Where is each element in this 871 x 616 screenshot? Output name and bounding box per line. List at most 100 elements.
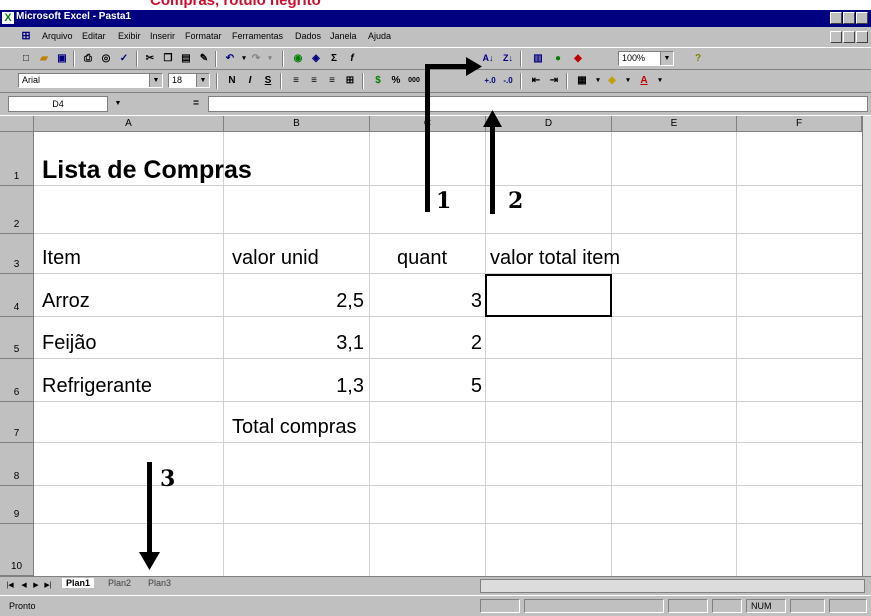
excel-icon[interactable]: X <box>2 12 14 24</box>
align-center-icon[interactable]: ≡ <box>306 73 322 88</box>
decrease-decimal-icon[interactable]: -.0 <box>500 73 516 88</box>
column-header-f[interactable]: F <box>737 116 862 132</box>
chevron-down-icon[interactable]: ▾ <box>652 73 668 88</box>
cell-a3-header[interactable]: Item <box>42 247 81 270</box>
italic-button[interactable]: I <box>242 73 258 88</box>
column-header-d[interactable]: D <box>486 116 612 132</box>
office-assistant-icon[interactable]: ? <box>690 51 706 66</box>
spreadsheet-grid[interactable]: A B C D E F 1 2 3 4 5 6 7 8 9 10 Lista d… <box>0 116 871 576</box>
column-header-e[interactable]: E <box>612 116 737 132</box>
doc-restore-button[interactable] <box>843 31 855 43</box>
doc-minimize-button[interactable] <box>830 31 842 43</box>
next-sheet-icon[interactable]: ▶ <box>30 579 42 592</box>
last-sheet-icon[interactable]: ▶| <box>42 579 54 592</box>
row-header[interactable]: 7 <box>0 402 34 443</box>
chart-wizard-icon[interactable]: ▥ <box>530 51 546 66</box>
percent-button[interactable]: % <box>388 73 404 88</box>
cell-b3-header[interactable]: valor unid <box>232 247 319 270</box>
formula-input[interactable] <box>208 96 868 112</box>
tab-plan3[interactable]: Plan3 <box>148 578 171 588</box>
redo-dropdown-icon[interactable]: ▾ <box>262 51 278 66</box>
cell-item-qty[interactable]: 2 <box>370 332 482 355</box>
align-left-icon[interactable]: ≡ <box>288 73 304 88</box>
underline-button[interactable]: S <box>260 73 276 88</box>
row-header[interactable]: 2 <box>0 186 34 234</box>
copy-icon[interactable]: ❐ <box>160 51 176 66</box>
increase-indent-icon[interactable]: ⇥ <box>546 73 562 88</box>
map-icon[interactable]: ● <box>550 51 566 66</box>
cell-item-name[interactable]: Feijão <box>42 332 96 355</box>
cell-item-qty[interactable]: 5 <box>370 375 482 398</box>
menu-ferramentas[interactable]: Ferramentas <box>232 31 283 41</box>
cell-item-qty[interactable]: 3 <box>370 290 482 313</box>
fill-color-icon[interactable]: ◈ <box>604 73 620 88</box>
doc-close-button[interactable] <box>856 31 868 43</box>
currency-icon[interactable]: $ <box>370 73 386 88</box>
new-icon[interactable]: □ <box>18 51 34 66</box>
cell-d3-header[interactable]: valor total item <box>490 247 620 270</box>
tab-plan1[interactable]: Plan1 <box>62 578 95 588</box>
font-color-icon[interactable]: A <box>636 73 652 88</box>
spelling-icon[interactable]: ✓ <box>116 51 132 66</box>
web-toolbar-icon[interactable]: ◈ <box>308 51 324 66</box>
align-right-icon[interactable]: ≡ <box>324 73 340 88</box>
chevron-down-icon[interactable]: ▼ <box>110 96 126 111</box>
menu-ajuda[interactable]: Ajuda <box>368 31 391 41</box>
menu-dados[interactable]: Dados <box>295 31 321 41</box>
chevron-down-icon[interactable]: ▾ <box>620 73 636 88</box>
minimize-button[interactable] <box>830 12 842 24</box>
zoom-select[interactable]: 100% ▼ <box>618 51 674 66</box>
name-box[interactable]: D4 <box>8 96 108 112</box>
merge-center-icon[interactable]: ⊞ <box>342 73 358 88</box>
font-name-select[interactable]: Arial ▼ <box>18 73 163 88</box>
menu-janela[interactable]: Janela <box>330 31 357 41</box>
cell-item-unit[interactable]: 3,1 <box>224 332 364 355</box>
maximize-button[interactable] <box>843 12 855 24</box>
print-icon[interactable]: ⎙ <box>80 51 96 66</box>
format-painter-icon[interactable]: ✎ <box>196 51 212 66</box>
menu-exibir[interactable]: Exibir <box>118 31 141 41</box>
row-header[interactable]: 9 <box>0 486 34 524</box>
cell-item-name[interactable]: Arroz <box>42 290 90 313</box>
sort-descending-icon[interactable]: Z↓ <box>500 51 516 66</box>
row-header[interactable]: 4 <box>0 274 34 317</box>
menu-arquivo[interactable]: Arquivo <box>42 31 73 41</box>
sort-ascending-icon[interactable]: A↓ <box>480 51 496 66</box>
tab-plan2[interactable]: Plan2 <box>108 578 131 588</box>
print-preview-icon[interactable]: ◎ <box>98 51 114 66</box>
horizontal-scrollbar[interactable] <box>480 579 865 593</box>
cell-b7-total-label[interactable]: Total compras <box>232 416 357 439</box>
column-header-a[interactable]: A <box>34 116 224 132</box>
cell-item-name[interactable]: Refrigerante <box>42 375 152 398</box>
paste-icon[interactable]: ▤ <box>178 51 194 66</box>
decrease-indent-icon[interactable]: ⇤ <box>528 73 544 88</box>
row-header[interactable]: 10 <box>0 524 34 576</box>
drawing-icon[interactable]: ◆ <box>570 51 586 66</box>
prev-sheet-icon[interactable]: ◀ <box>18 579 30 592</box>
function-icon[interactable]: f <box>344 51 360 66</box>
row-header[interactable]: 1 <box>0 132 34 186</box>
open-icon[interactable]: ▰ <box>36 51 52 66</box>
chevron-down-icon[interactable]: ▼ <box>149 74 162 87</box>
autosum-icon[interactable]: Σ <box>326 51 342 66</box>
menu-inserir[interactable]: Inserir <box>150 31 175 41</box>
thousands-separator-button[interactable]: 000 <box>406 73 422 88</box>
first-sheet-icon[interactable]: |◀ <box>4 579 16 592</box>
cell-c3-header[interactable]: quant <box>397 247 447 270</box>
borders-icon[interactable]: ▦ <box>574 73 590 88</box>
row-header[interactable]: 5 <box>0 317 34 359</box>
bold-button[interactable]: N <box>224 73 240 88</box>
cell-item-unit[interactable]: 2,5 <box>224 290 364 313</box>
font-size-select[interactable]: 18 ▼ <box>168 73 210 88</box>
chevron-down-icon[interactable]: ▼ <box>660 52 673 65</box>
workbook-icon[interactable]: ⊞ <box>20 30 32 42</box>
cell-item-unit[interactable]: 1,3 <box>224 375 364 398</box>
increase-decimal-icon[interactable]: +.0 <box>482 73 498 88</box>
menu-formatar[interactable]: Formatar <box>185 31 222 41</box>
equals-button[interactable]: = <box>188 96 204 111</box>
save-icon[interactable]: ▣ <box>54 51 70 66</box>
row-header[interactable]: 3 <box>0 234 34 274</box>
cell-a1-title[interactable]: Lista de Compras <box>42 156 252 185</box>
menu-editar[interactable]: Editar <box>82 31 106 41</box>
row-header[interactable]: 6 <box>0 359 34 402</box>
